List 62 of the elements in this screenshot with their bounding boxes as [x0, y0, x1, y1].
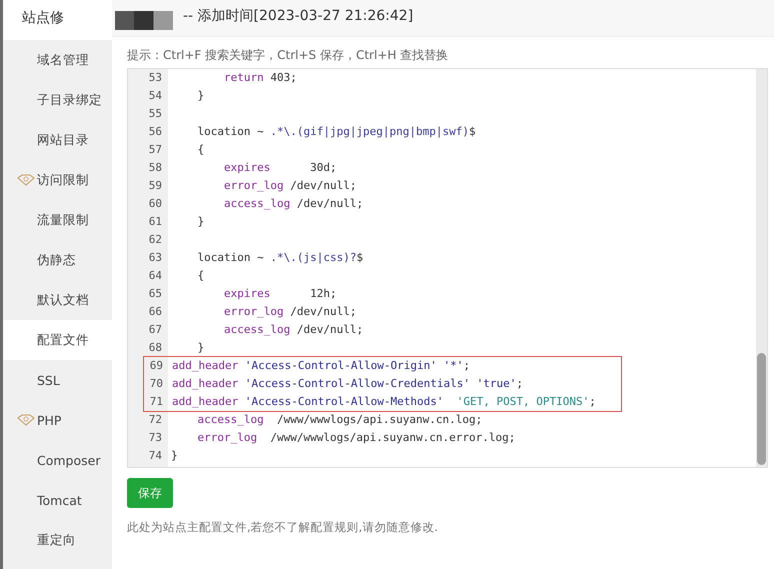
line-number: 58 [148, 160, 163, 176]
sidebar-item[interactable]: SSL [3, 360, 112, 400]
sidebar-item[interactable]: 重定向 [3, 520, 112, 560]
code-line: add_header 'Access-Control-Allow-Origin' '*'; [171, 358, 470, 374]
sidebar-item[interactable]: 子目录绑定 [3, 80, 112, 120]
sidebar-item[interactable]: 伪静态 [3, 240, 112, 280]
line-number: 53 [148, 70, 163, 86]
line-number: 73 [148, 430, 163, 446]
sidebar-item[interactable]: Composer [3, 440, 112, 480]
code-line: error_log /www/wwwlogs/api.suyanw.cn.error.log; [196, 430, 516, 446]
redacted-block [115, 10, 173, 30]
line-number: 60 [148, 196, 163, 212]
note-text: 此处为站点主配置文件,若您不了解配置规则,请勿随意修改. [127, 520, 439, 535]
code-line: } [196, 340, 204, 356]
line-number: 64 [148, 268, 163, 284]
code-line: access_log /dev/null; [222, 322, 364, 338]
line-number: 57 [148, 142, 163, 158]
line-number: 55 [148, 106, 163, 122]
line-number: 66 [148, 304, 163, 320]
sidebar-item[interactable]: 域名管理 [3, 40, 112, 80]
line-number: 74 [148, 448, 163, 464]
line-number: 63 [148, 250, 163, 266]
window-title: -- 添加时间[2023-03-27 21:26:42] [183, 7, 414, 25]
sidebar-item[interactable]: 网站目录 [3, 120, 112, 160]
code-line: } [196, 214, 204, 230]
code-line: expires 12h; [222, 286, 337, 302]
code-line: error_log /dev/null; [222, 304, 356, 320]
line-number: 61 [148, 214, 163, 230]
line-number: 69 [148, 358, 164, 374]
panel-title: 站点修 [3, 0, 112, 40]
sidebar-item[interactable]: 配置文件 [3, 320, 112, 360]
sidebar-item[interactable]: PHP [3, 400, 112, 440]
line-number: 54 [148, 88, 163, 104]
code-line: return 403; [222, 70, 297, 86]
code-line: add_header 'Access-Control-Allow-Credentials' 'true'; [171, 376, 524, 392]
code-editor[interactable] [127, 68, 768, 468]
line-number: 70 [148, 376, 164, 392]
line-number: 72 [148, 412, 163, 428]
line-number: 56 [148, 124, 163, 140]
line-number: 59 [148, 178, 163, 194]
code-line: access_log /www/wwwlogs/api.suyanw.cn.log; [196, 412, 482, 428]
line-number: 62 [148, 232, 163, 248]
code-line: } [196, 88, 204, 104]
code-line: location ~ .*\.(js|css)?$ [196, 250, 364, 266]
line-number: 68 [148, 340, 163, 356]
sidebar-item[interactable]: 访问限制 [3, 160, 112, 200]
code-line: access_log /dev/null; [222, 196, 364, 212]
code-line: { [196, 268, 204, 284]
line-number: 65 [148, 286, 163, 302]
line-number: 71 [148, 394, 164, 410]
hint-text: 提示：Ctrl+F 搜索关键字，Ctrl+S 保存，Ctrl+H 查找替换 [127, 47, 450, 64]
scrollbar[interactable] [756, 69, 767, 467]
code-line: add_header 'Access-Control-Allow-Methods' 'GET, POST, OPTIONS'; [171, 394, 596, 410]
line-number: 67 [148, 322, 163, 338]
code-line: { [196, 142, 204, 158]
code-line: error_log /dev/null; [222, 178, 356, 194]
code-line: location ~ .*\.(gif|jpg|jpeg|png|bmp|swf)$ [196, 124, 476, 140]
sidebar-item[interactable]: 默认文档 [3, 280, 112, 320]
code-line: expires 30d; [222, 160, 337, 176]
sidebar-item[interactable]: 流量限制 [3, 200, 112, 240]
code-line: } [170, 448, 178, 464]
sidebar-item[interactable]: Tomcat [3, 480, 112, 520]
